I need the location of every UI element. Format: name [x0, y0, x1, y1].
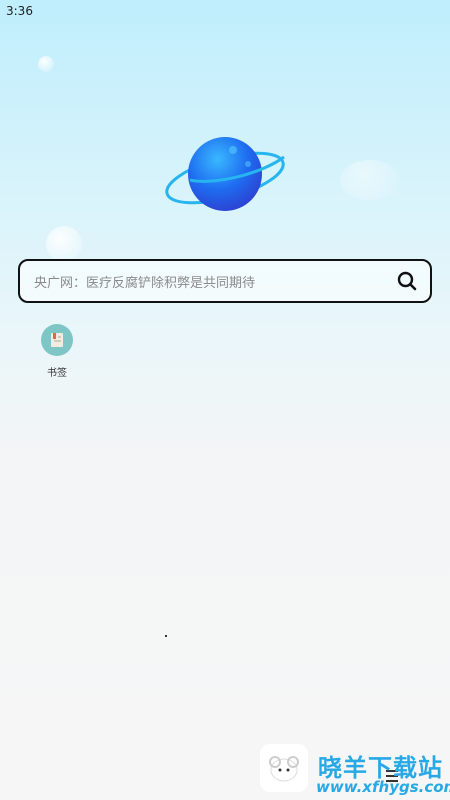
- shortcut-label: 书签: [47, 368, 67, 379]
- search-icon[interactable]: [396, 270, 418, 292]
- shortcut-bookmark[interactable]: 书签: [36, 324, 78, 379]
- status-time: 3:36: [6, 4, 33, 18]
- status-bar: 3:36: [0, 0, 450, 20]
- search-placeholder: 央广网：医疗反腐铲除积弊是共同期待: [34, 275, 256, 291]
- bookmark-icon: [41, 324, 73, 356]
- decorative-bubble: [38, 56, 54, 72]
- decorative-bubble: [340, 160, 400, 200]
- watermark-url: www.xfhygs.com: [316, 778, 450, 796]
- sheep-logo-icon: [260, 744, 308, 792]
- planet-logo-icon: [160, 130, 290, 220]
- decorative-bubble: [46, 226, 82, 262]
- search-input[interactable]: 央广网：医疗反腐铲除积弊是共同期待: [18, 259, 432, 303]
- watermark: 晓羊下载站 www.xfhygs.com: [258, 742, 450, 800]
- decorative-dot: [165, 635, 167, 637]
